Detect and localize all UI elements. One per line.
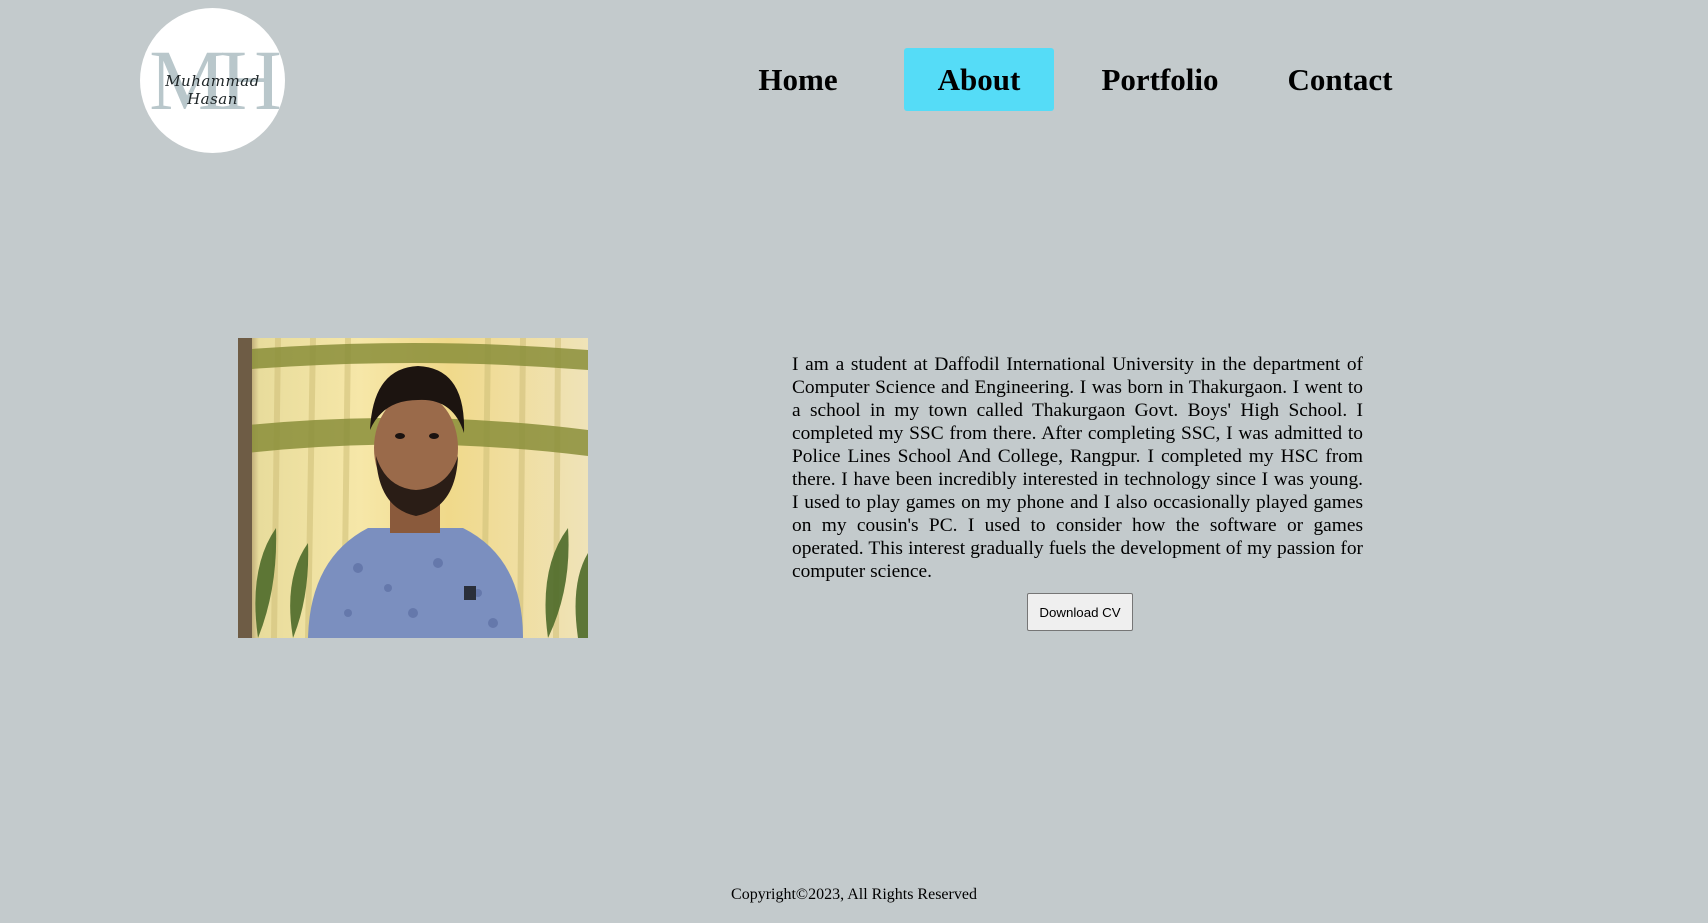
about-bio: I am a student at Daffodil International… xyxy=(792,354,1363,582)
nav-contact[interactable]: Contact xyxy=(1278,48,1402,111)
logo-signature: Muhammad Hasan xyxy=(165,72,260,108)
profile-photo xyxy=(238,338,588,638)
nav-portfolio[interactable]: Portfolio xyxy=(1090,48,1230,111)
site-logo[interactable]: MH Muhammad Hasan xyxy=(140,8,285,153)
download-cv-button[interactable]: Download CV xyxy=(1027,593,1133,631)
nav-home[interactable]: Home xyxy=(748,48,848,111)
nav-about[interactable]: About xyxy=(904,48,1054,111)
footer-copyright: Copyright©2023, All Rights Reserved xyxy=(731,886,977,903)
